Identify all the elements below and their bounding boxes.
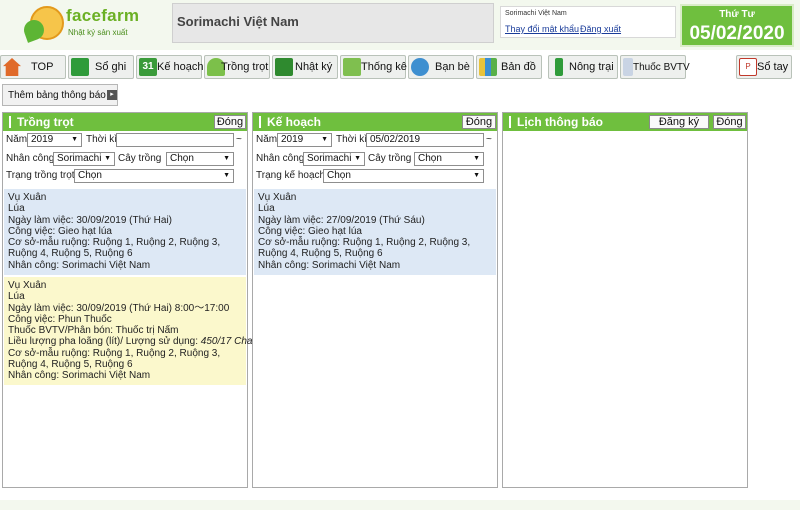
brand-name: facefarm <box>66 6 140 25</box>
cultivation-panel-header: Trồng trọt Đóng <box>3 113 247 131</box>
nav-handbook-button[interactable]: P Sổ tay <box>736 55 792 79</box>
weekday-label: Thứ Tư <box>719 9 755 20</box>
crop-label: Cây trồng <box>368 153 412 164</box>
register-button[interactable]: Đăng ký <box>649 115 709 129</box>
date-box: Thứ Tư 05/02/2020 <box>680 4 794 47</box>
list-item[interactable]: Vụ Xuân Lúa Ngày làm việc: 30/09/2019 (T… <box>4 189 246 275</box>
period-separator: ~ <box>486 134 492 145</box>
status-label: Trạng trồng trọt <box>6 170 75 181</box>
home-icon <box>3 58 21 76</box>
nav-pesticide-button[interactable]: Thuốc BVTV <box>620 55 690 79</box>
pesticide-icon <box>623 58 633 76</box>
change-password-link[interactable]: Thay đổi mật khẩu <box>505 24 579 34</box>
plan-panel: Kế hoạch Đóng Năm 2019 ▼ Thời kì 05/02/20… <box>252 112 498 488</box>
friends-icon <box>411 58 429 76</box>
status-select[interactable]: Chọn ▼ <box>74 169 234 183</box>
expand-arrow-icon: ▸ <box>107 90 117 100</box>
nav-friends-button[interactable]: Bạn bè <box>408 55 474 79</box>
calendar-icon: 31 <box>139 58 157 76</box>
footer-strip <box>0 500 800 510</box>
status-select[interactable]: Chọn ▼ <box>323 169 484 183</box>
facefarm-logo[interactable]: facefarm Nhật ký sản xuất <box>21 2 139 46</box>
worker-select[interactable]: Sorimachi ▼ <box>53 152 115 166</box>
nav-map-button[interactable]: Bản đồ <box>476 55 542 79</box>
diary-icon <box>275 58 293 76</box>
farm-icon <box>555 58 563 76</box>
worker-label: Nhân công <box>256 153 305 164</box>
period-input[interactable] <box>116 133 234 147</box>
list-item[interactable]: Vụ Xuân Lúa Ngày làm việc: 27/09/2019 (T… <box>254 189 496 275</box>
close-button[interactable]: Đóng <box>462 115 496 129</box>
nav-statistics-button[interactable]: Thống kê <box>340 55 407 79</box>
period-label: Thời kì <box>86 134 118 145</box>
nav-plan-button[interactable]: 31 Kế hoạch <box>136 55 203 79</box>
year-select[interactable]: 2019 ▼ <box>277 133 332 147</box>
crop-select[interactable]: Chọn ▼ <box>414 152 484 166</box>
worker-label: Nhân công <box>6 153 55 164</box>
plan-panel-header: Kế hoạch Đóng <box>253 113 497 131</box>
period-label: Thời kì <box>336 134 368 145</box>
crop-select[interactable]: Chọn ▼ <box>166 152 234 166</box>
status-label: Trạng kế hoạch <box>256 170 326 181</box>
cultivation-panel: Trồng trọt Đóng Năm 2019 ▼ Thời kì ~ Nhân… <box>2 112 255 488</box>
nav-top-button[interactable]: TOP <box>0 55 66 79</box>
year-label: Năm <box>256 134 278 145</box>
list-item[interactable]: Vụ Xuân Lúa Ngày làm việc: 30/09/2019 (T… <box>4 277 255 385</box>
nav-notebook-button[interactable]: Sổ ghi <box>68 55 134 79</box>
nav-diary-button[interactable]: Nhật ký <box>272 55 338 79</box>
logout-link[interactable]: Đăng xuất <box>580 24 621 34</box>
period-input[interactable]: 05/02/2019 <box>366 133 484 147</box>
nav-cultivation-button[interactable]: Trồng trọt <box>204 55 270 79</box>
worker-select[interactable]: Sorimachi ▼ <box>303 152 365 166</box>
current-date: 05/02/2020 <box>689 23 785 44</box>
pdf-icon: P <box>739 58 757 76</box>
company-box: Sorimachi Việt Nam <box>172 3 494 43</box>
map-icon <box>479 58 497 76</box>
close-button[interactable]: Đóng <box>214 115 246 129</box>
user-box: Sorimachi Việt Nam Thay đổi mật khẩu Đăn… <box>500 6 676 38</box>
brand-tagline: Nhật ký sản xuất <box>68 28 128 37</box>
crop-label: Cây trồng <box>118 153 162 164</box>
calculator-icon <box>343 58 361 76</box>
panel-title: Lịch thông báo <box>517 115 603 129</box>
year-select[interactable]: 2019 ▼ <box>27 133 82 147</box>
year-label: Năm <box>6 134 28 145</box>
close-button[interactable]: Đóng <box>713 115 746 129</box>
period-separator: ~ <box>236 134 242 145</box>
panel-title: Trồng trọt <box>17 115 74 129</box>
add-notice-board-button[interactable]: Thêm bảng thông báo ▸ <box>2 84 118 106</box>
notice-panel-header: Lịch thông báo Đăng ký Đóng <box>503 113 747 131</box>
panel-title: Kế hoạch <box>267 115 322 129</box>
user-name: Sorimachi Việt Nam <box>505 10 567 17</box>
company-name: Sorimachi Việt Nam <box>177 14 299 29</box>
notice-panel: Lịch thông báo Đăng ký Đóng <box>502 112 748 488</box>
nav-farm-button[interactable]: Nông trại <box>548 55 618 79</box>
book-icon <box>71 58 89 76</box>
